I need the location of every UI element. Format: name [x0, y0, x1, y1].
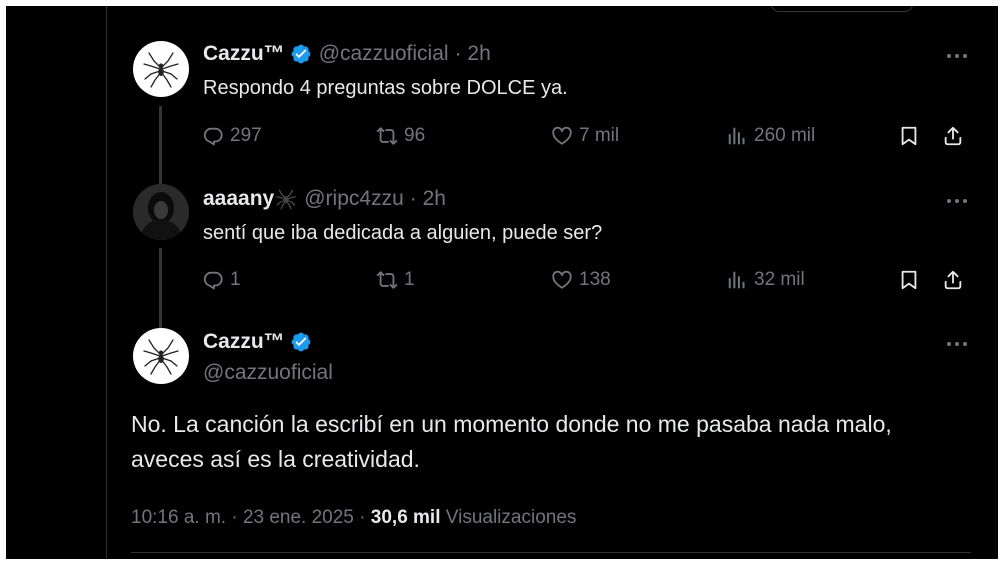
bookmark-button[interactable] [898, 266, 926, 294]
handle[interactable]: @cazzuoficial [203, 361, 333, 385]
views-icon [726, 269, 748, 291]
action-bar: 297 96 7 mil 260 mil [202, 122, 998, 150]
reply-icon [202, 125, 224, 147]
profile-photo [133, 184, 189, 240]
tweet-text: No. La canción la escribí en un momento … [131, 411, 892, 472]
repost-count: 96 [404, 125, 426, 146]
more-options-button[interactable] [943, 46, 971, 66]
display-name[interactable]: Cazzu™ [203, 42, 285, 66]
verified-icon[interactable] [290, 331, 312, 353]
views-count: 32 mil [754, 269, 805, 290]
avatar[interactable] [133, 328, 189, 384]
display-name[interactable]: aaaany [203, 187, 274, 211]
divider [131, 552, 971, 553]
tweet-text: sentí que iba dedicada a alguien, puede … [203, 222, 603, 244]
views-count: 260 mil [754, 125, 816, 146]
handle[interactable]: @cazzuoficial [319, 42, 449, 66]
tweet-thread-frame: Cazzu™ @cazzuoficial · 2h Respondo 4 pre… [6, 6, 998, 559]
share-button[interactable] [942, 122, 970, 150]
spider-logo-icon [141, 49, 181, 89]
tweet-header: Cazzu™ [203, 330, 312, 354]
spider-logo-icon [141, 336, 181, 376]
share-icon [942, 125, 964, 147]
more-options-button[interactable] [943, 334, 971, 354]
like-icon [551, 269, 573, 291]
thread-connector [159, 106, 162, 184]
views-label: Visualizaciones [445, 507, 577, 528]
like-icon [551, 125, 573, 147]
bookmark-icon [898, 125, 920, 147]
avatar[interactable] [133, 184, 189, 240]
more-options-button[interactable] [943, 191, 971, 211]
spider-emoji-icon [276, 189, 297, 210]
avatar[interactable] [133, 41, 189, 97]
views-icon [726, 125, 748, 147]
share-button[interactable] [942, 266, 970, 294]
repost-icon [376, 125, 398, 147]
timestamp[interactable]: 10:16 a. m. · 23 ene. 2025 · [131, 507, 366, 528]
reply-icon [202, 269, 224, 291]
tweet-meta: 10:16 a. m. · 23 ene. 2025 · 30,6 mil Vi… [131, 507, 576, 529]
views-button[interactable]: 32 mil [726, 266, 805, 294]
handle[interactable]: @ripc4zzu [304, 187, 404, 211]
bookmark-icon [898, 269, 920, 291]
action-bar: 1 1 138 32 mil [202, 266, 998, 294]
like-count: 138 [579, 269, 611, 290]
reply-button[interactable]: 297 [202, 122, 262, 150]
column-border [106, 6, 107, 559]
tweet-text: Respondo 4 preguntas sobre DOLCE ya. [203, 77, 568, 99]
more-icon [945, 339, 969, 349]
repost-icon [376, 269, 398, 291]
share-icon [942, 269, 964, 291]
display-name[interactable]: Cazzu™ [203, 330, 285, 354]
like-button[interactable]: 7 mil [551, 122, 619, 150]
top-pill-button[interactable] [771, 6, 913, 12]
repost-button[interactable]: 96 [376, 122, 425, 150]
reply-button[interactable]: 1 [202, 266, 241, 294]
timestamp[interactable]: · 2h [455, 42, 491, 66]
tweet-header: Cazzu™ @cazzuoficial · 2h [203, 42, 491, 66]
verified-icon[interactable] [290, 43, 312, 65]
more-icon [945, 51, 969, 61]
repost-count: 1 [404, 269, 415, 290]
views-button[interactable]: 260 mil [726, 122, 815, 150]
like-count: 7 mil [579, 125, 620, 146]
more-icon [945, 196, 969, 206]
like-button[interactable]: 138 [551, 266, 611, 294]
repost-button[interactable]: 1 [376, 266, 415, 294]
bookmark-button[interactable] [898, 122, 926, 150]
tweet-header: aaaany @ripc4zzu · 2h [203, 187, 446, 211]
thread-connector [159, 248, 162, 328]
views-count: 30,6 mil [370, 507, 441, 528]
timestamp[interactable]: · 2h [410, 187, 446, 211]
reply-count: 297 [230, 125, 262, 146]
reply-count: 1 [230, 269, 241, 290]
